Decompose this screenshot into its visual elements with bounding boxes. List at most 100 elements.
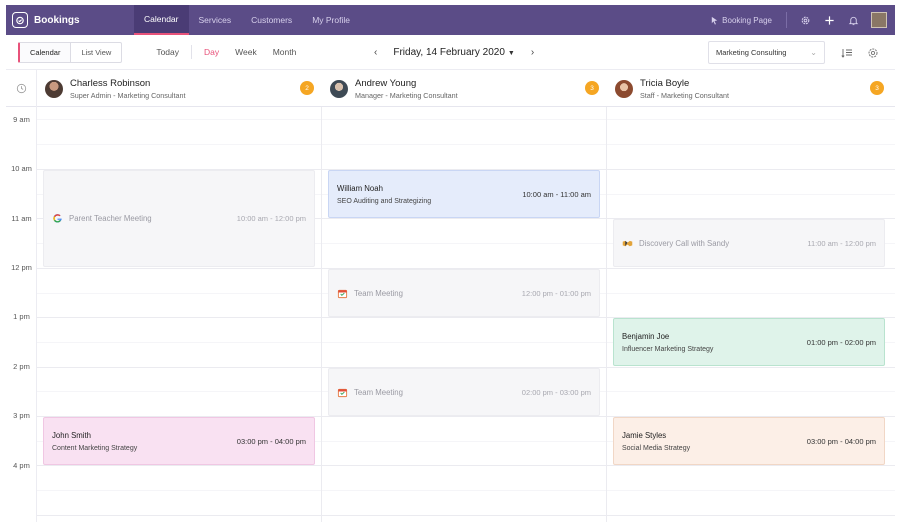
column-divider — [606, 107, 607, 522]
service-select-value: Marketing Consulting — [716, 48, 787, 57]
nav-customers[interactable]: Customers — [241, 5, 302, 35]
caret-down-icon: ▼ — [507, 50, 515, 57]
settings-gear-icon[interactable] — [867, 46, 879, 58]
staff-column-header[interactable]: Charless Robinson Super Admin - Marketin… — [37, 70, 321, 107]
today-button[interactable]: Today — [156, 47, 179, 57]
previous-day-chevron-icon[interactable]: ‹ — [368, 47, 383, 58]
time-label: 1 pm — [13, 312, 30, 321]
appointment-card[interactable]: John Smith Content Marketing Strategy 03… — [43, 417, 315, 465]
calendar-event-external[interactable]: Team Meeting 12:00 pm - 01:00 pm — [328, 269, 600, 317]
staff-name: Tricia Boyle — [640, 77, 690, 89]
service-name: Social Media Strategy — [622, 444, 691, 452]
view-toggle: Calendar List View — [18, 41, 123, 63]
appointment-card[interactable]: Jamie Styles Social Media Strategy 03:00… — [613, 417, 885, 465]
column-divider — [321, 107, 322, 522]
staff-info: Andrew Young Manager - Marketing Consult… — [355, 78, 458, 100]
booking-page-label: Booking Page — [722, 15, 772, 25]
staff-header-row: Charless Robinson Super Admin - Marketin… — [6, 70, 895, 107]
event-time: 03:00 pm - 04:00 pm — [806, 436, 876, 446]
gridline — [37, 515, 895, 516]
staff-column-header[interactable]: Tricia Boyle Staff - Marketing Consultan… — [607, 70, 891, 107]
appointment-count-badge: 3 — [870, 81, 884, 95]
week-view-button[interactable]: Week — [235, 47, 257, 57]
calendar-view-button[interactable]: Calendar — [20, 42, 72, 62]
divider — [191, 45, 193, 59]
customer-name: Benjamin Joe — [622, 331, 670, 341]
event-title: Parent Teacher Meeting — [69, 214, 152, 223]
appointment-details: Jamie Styles Social Media Strategy — [622, 431, 690, 452]
gridline — [37, 465, 895, 466]
event-time: 12:00 pm - 01:00 pm — [521, 288, 591, 298]
nav-calendar[interactable]: Calendar — [134, 5, 189, 35]
appointment-details: William Noah SEO Auditing and Strategizi… — [337, 184, 431, 205]
pointer-icon — [711, 16, 718, 24]
appointment-count-badge: 2 — [300, 81, 314, 95]
staff-role: Staff - Marketing Consultant — [640, 90, 729, 100]
appointment-card[interactable]: Benjamin Joe Influencer Marketing Strate… — [613, 318, 885, 366]
calendar-icon — [337, 387, 348, 398]
staff-role: Manager - Marketing Consultant — [355, 90, 458, 100]
customer-name: John Smith — [52, 430, 92, 440]
current-date-text: Friday, 14 February 2020 — [393, 47, 505, 58]
calendar-toolbar: Calendar List View Today Day Week Month … — [6, 35, 895, 70]
appointment-count-badge: 3 — [585, 81, 599, 95]
date-navigator: ‹ Friday, 14 February 2020 ▼ › — [368, 35, 540, 70]
staff-info: Charless Robinson Super Admin - Marketin… — [70, 78, 185, 100]
calendar-event-external[interactable]: Parent Teacher Meeting 10:00 am - 12:00 … — [43, 170, 315, 267]
chevron-down-icon: ⌄ — [810, 48, 817, 57]
appointment-details: John Smith Content Marketing Strategy — [52, 431, 137, 452]
brand[interactable]: Bookings — [6, 5, 134, 35]
booking-page-link[interactable]: Booking Page — [710, 12, 787, 28]
event-title: Discovery Call with Sandy — [639, 238, 730, 248]
avatar — [615, 79, 633, 98]
service-name: SEO Auditing and Strategizing — [337, 197, 432, 205]
time-label: 9 am — [13, 115, 30, 124]
app-name: Bookings — [34, 14, 80, 26]
current-date[interactable]: Friday, 14 February 2020 ▼ — [393, 47, 514, 58]
service-name: Content Marketing Strategy — [52, 444, 138, 452]
user-avatar[interactable] — [871, 12, 887, 28]
notification-bell-icon[interactable] — [847, 14, 859, 26]
nav-my-profile[interactable]: My Profile — [302, 5, 360, 35]
staff-column-header[interactable]: Andrew Young Manager - Marketing Consult… — [322, 70, 606, 107]
time-label: 3 pm — [13, 411, 30, 420]
time-label: 4 pm — [13, 461, 30, 470]
appointment-card[interactable]: William Noah SEO Auditing and Strategizi… — [328, 170, 600, 218]
google-icon — [52, 213, 63, 224]
handshake-icon — [622, 238, 633, 249]
day-calendar-grid: 9 am 10 am 11 am 12 pm 1 pm 2 pm 3 pm 4 … — [6, 107, 895, 522]
add-plus-icon[interactable] — [823, 14, 835, 26]
avatar — [330, 79, 348, 98]
service-select[interactable]: Marketing Consulting ⌄ — [708, 41, 825, 64]
month-view-button[interactable]: Month — [273, 47, 297, 57]
time-label: 2 pm — [13, 362, 30, 371]
calendar-event-external[interactable]: Team Meeting 02:00 pm - 03:00 pm — [328, 368, 600, 416]
staff-name: Andrew Young — [355, 77, 417, 89]
settings-gear-icon[interactable] — [799, 14, 811, 26]
calendar-event-external[interactable]: Discovery Call with Sandy 11:00 am - 12:… — [613, 219, 885, 267]
staff-role: Super Admin - Marketing Consultant — [70, 90, 186, 100]
event-title: Team Meeting — [354, 387, 403, 397]
event-title: Team Meeting — [354, 288, 403, 298]
event-time: 03:00 pm - 04:00 pm — [236, 436, 306, 446]
event-time: 10:00 am - 12:00 pm — [236, 214, 306, 223]
time-label: 12 pm — [11, 263, 32, 272]
nav-services[interactable]: Services — [189, 5, 242, 35]
staff-info: Tricia Boyle Staff - Marketing Consultan… — [640, 78, 729, 100]
top-navbar: Bookings Calendar Services Customers My … — [6, 5, 895, 35]
day-view-button[interactable]: Day — [204, 47, 219, 57]
calendar-icon — [337, 288, 348, 299]
avatar — [45, 79, 63, 98]
bookings-logo-icon — [12, 12, 28, 28]
event-time: 01:00 pm - 02:00 pm — [806, 337, 876, 347]
timezone-clock-icon[interactable] — [6, 70, 37, 107]
next-day-chevron-icon[interactable]: › — [525, 47, 540, 58]
staff-name: Charless Robinson — [70, 77, 151, 89]
service-name: Influencer Marketing Strategy — [622, 345, 714, 353]
customer-name: Jamie Styles — [622, 430, 667, 440]
appointment-details: Benjamin Joe Influencer Marketing Strate… — [622, 332, 713, 353]
event-time: 11:00 am - 12:00 pm — [807, 238, 876, 248]
list-view-button[interactable]: List View — [71, 43, 121, 62]
sort-list-icon[interactable] — [841, 46, 853, 58]
topbar-actions: Booking Page — [710, 5, 895, 35]
